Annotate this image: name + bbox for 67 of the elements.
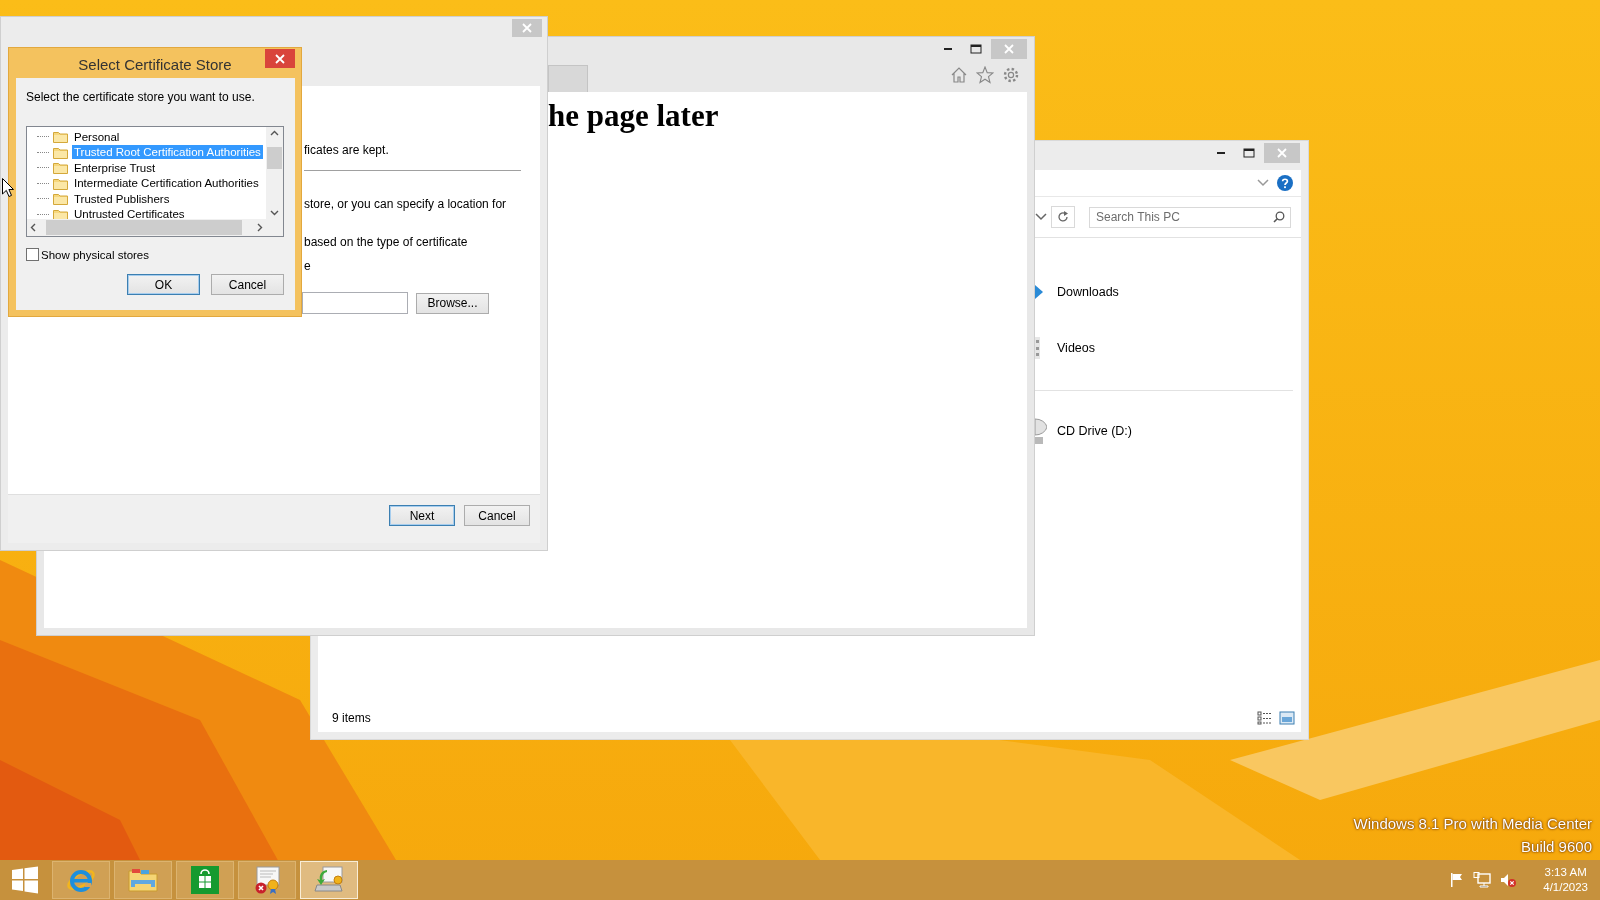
tree-view[interactable]: Personal Trusted Root Certification Authorities Enterprise Trust Intermediate Certification Authorities Trusted Publishers Untrusted Certificates (26, 126, 284, 237)
home-icon[interactable] (950, 66, 968, 84)
minimize-icon (1217, 152, 1225, 154)
item-count: 9 items (332, 711, 371, 725)
volume-muted-icon[interactable] (1499, 872, 1518, 888)
close-icon (1277, 148, 1287, 158)
windows-logo-icon (11, 866, 39, 894)
watermark-text: Build 9600 (1521, 838, 1592, 855)
taskbar-button[interactable] (300, 861, 358, 899)
large-icons-view-icon[interactable] (1279, 711, 1295, 725)
network-icon[interactable] (1473, 872, 1492, 888)
refresh-button[interactable] (1051, 206, 1075, 228)
arrow-icon (1035, 285, 1043, 299)
search-icon (1273, 210, 1285, 223)
chevron-down-icon[interactable] (1257, 179, 1269, 187)
ok-button[interactable]: OK (127, 274, 200, 295)
taskbar-button[interactable] (238, 861, 296, 899)
instruction-text: Select the certificate store you want to use. (26, 90, 255, 104)
certificate-install-icon (313, 865, 345, 895)
dialog-title: Select Certificate Store (78, 56, 232, 73)
wizard-text: ficates are kept. (304, 143, 389, 157)
refresh-icon (1057, 211, 1069, 223)
folder-icon (53, 145, 68, 159)
input-field[interactable] (302, 292, 408, 314)
tree-item[interactable]: Intermediate Certification Authorities (72, 176, 261, 191)
folder-icon (53, 130, 68, 144)
close-icon (522, 23, 532, 33)
store-bag-icon (190, 865, 220, 895)
taskbar-button[interactable] (176, 861, 234, 899)
drive-label[interactable]: Videos (1057, 341, 1095, 355)
drive-label[interactable]: Downloads (1057, 285, 1119, 299)
help-icon[interactable] (1277, 175, 1293, 191)
cancel-button[interactable]: Cancel (464, 505, 530, 526)
wizard-text: e (304, 259, 311, 273)
chevron-down-icon[interactable] (1035, 213, 1047, 221)
drive-label[interactable]: CD Drive (D:) (1057, 424, 1132, 438)
folder-icon (53, 161, 68, 175)
maximize-icon (970, 44, 982, 54)
checkbox-label[interactable]: Show physical stores (41, 248, 150, 261)
close-button[interactable] (265, 49, 295, 68)
tree-item[interactable]: Enterprise Trust (72, 160, 158, 175)
scroll-thumb[interactable] (267, 147, 282, 169)
watermark-text: Windows 8.1 Pro with Media Center (1353, 815, 1592, 832)
maximize-icon (1243, 148, 1255, 158)
scroll-thumb[interactable] (45, 220, 242, 235)
folder-icon (53, 176, 68, 190)
tree-item[interactable]: Untrusted Certificates (72, 207, 187, 219)
close-icon (1004, 44, 1014, 54)
close-icon (275, 53, 285, 64)
wizard-text: store, or you can specify a location for (304, 197, 507, 211)
browse-button[interactable]: Browse... (416, 292, 489, 314)
page-heading: he page later (548, 98, 719, 134)
next-button[interactable]: Next (389, 505, 455, 526)
wizard-text: based on the type of certificate (304, 235, 468, 249)
minimize-icon (944, 48, 952, 50)
vertical-scrollbar[interactable] (266, 127, 283, 219)
settings-icon[interactable] (1002, 66, 1020, 84)
details-view-icon[interactable] (1257, 711, 1273, 725)
checkbox[interactable] (26, 248, 39, 261)
search-field[interactable]: Search This PC (1089, 206, 1291, 228)
folder-icon (53, 192, 68, 206)
horizontal-scrollbar[interactable] (27, 219, 266, 236)
tree-item[interactable]: Trusted Publishers (72, 191, 172, 206)
cancel-button[interactable]: Cancel (211, 274, 284, 295)
star-icon[interactable] (976, 66, 994, 84)
tree-item[interactable]: Personal (72, 129, 122, 144)
cursor-icon (2, 178, 14, 198)
